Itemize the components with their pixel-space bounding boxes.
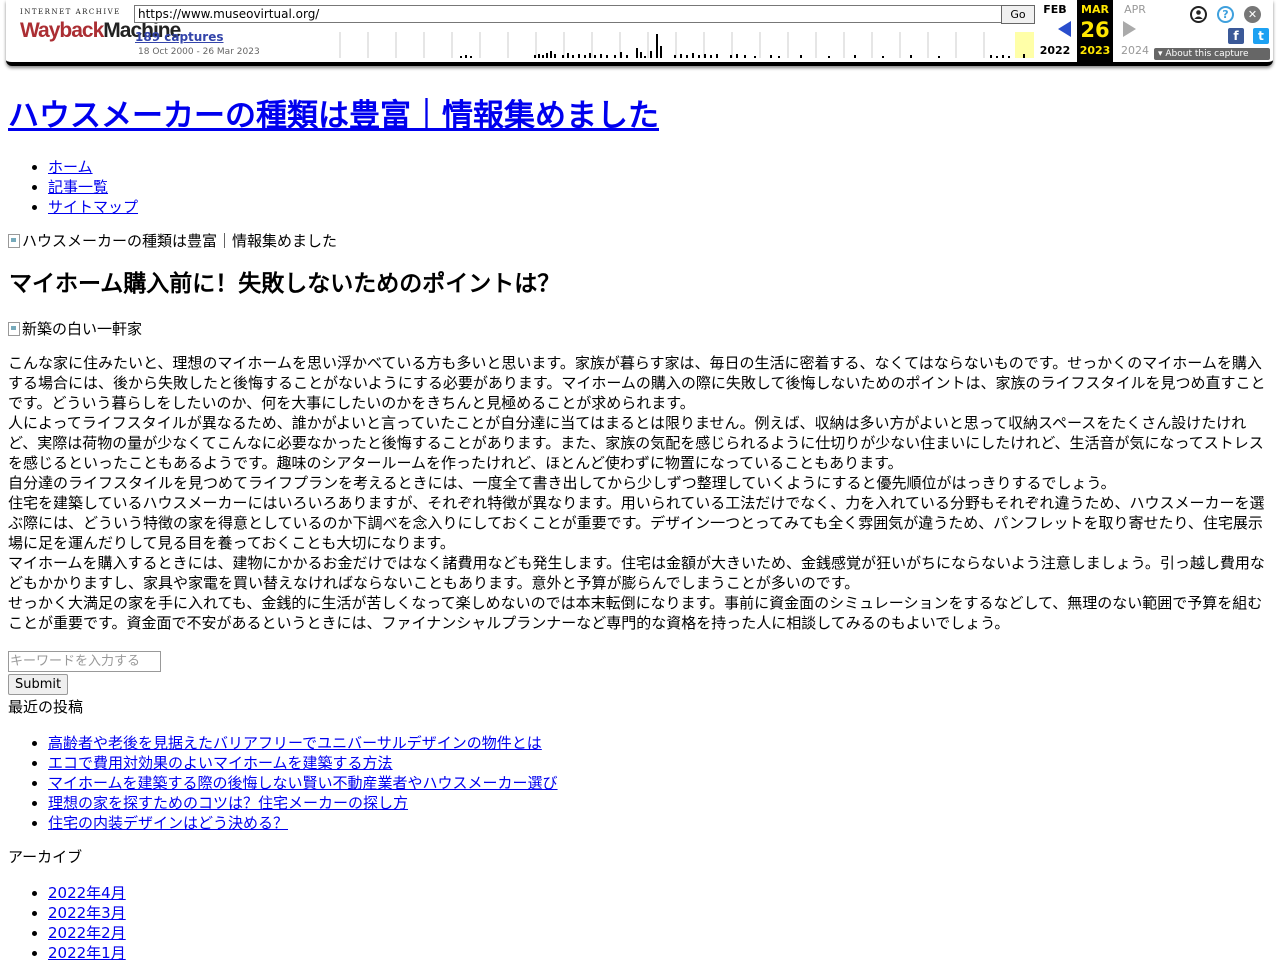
article-paragraph: せっかく大満足の家を手に入れても、金銭的に生活が苦しくなって楽しめないのでは本末…: [8, 594, 1263, 632]
recent-post-link[interactable]: 住宅の内装デザインはどう決める？: [48, 814, 288, 832]
nav-item-sitemap: サイトマップ: [48, 197, 1272, 217]
current-year-label: 2023: [1079, 44, 1111, 57]
url-input[interactable]: https://www.museovirtual.org/: [134, 5, 1002, 23]
capture-date-range: 18 Oct 2000 - 26 Mar 2023: [138, 47, 260, 57]
recent-posts-list: 高齢者や老後を見据えたバリアフリーでユニバーサルデザインの物件とは エコで費用対…: [8, 733, 1272, 833]
broken-image-icon: [8, 322, 20, 336]
post-title: マイホーム購入前に！失敗しないためのポイントは？: [9, 271, 561, 297]
logo-internet-archive: INTERNET ARCHIVE: [20, 8, 121, 16]
prev-month[interactable]: FEB 2022: [1037, 0, 1073, 62]
article-paragraph: マイホームを購入するときには、建物にかかるお金だけではなく諸費用なども発生します…: [8, 554, 1265, 592]
next-year-label: 2024: [1121, 44, 1149, 57]
current-day-label: 26: [1080, 18, 1110, 42]
submit-button[interactable]: Submit: [8, 674, 69, 695]
list-item: 理想の家を探すためのコツは？住宅メーカーの探し方: [48, 793, 1272, 813]
post-image-alt: 新築の白い一軒家: [22, 320, 143, 338]
archive-link[interactable]: 2022年2月: [48, 924, 126, 942]
site-title: ハウスメーカーの種類は豊富｜情報集めました: [8, 90, 1272, 135]
user-icon[interactable]: [1190, 6, 1207, 23]
wayback-logo[interactable]: INTERNET ARCHIVE WaybackMachine: [20, 8, 181, 52]
about-capture-button[interactable]: ▾ About this capture: [1154, 48, 1270, 60]
archive-link[interactable]: 2022年4月: [48, 884, 126, 902]
nav-link-sitemap[interactable]: サイトマップ: [48, 198, 138, 216]
facebook-icon[interactable]: f: [1228, 28, 1244, 44]
nav-link-articles[interactable]: 記事一覧: [48, 178, 108, 196]
list-item: マイホームを建築する際の後悔しない賢い不動産業者やハウスメーカー選び: [48, 773, 1272, 793]
next-month-label: APR: [1124, 3, 1146, 16]
list-item: 住宅の内装デザインはどう決める？: [48, 813, 1272, 833]
nav-item-articles: 記事一覧: [48, 177, 1272, 197]
prev-capture-arrow-icon[interactable]: [1058, 21, 1071, 37]
recent-post-link[interactable]: 高齢者や老後を見据えたバリアフリーでユニバーサルデザインの物件とは: [48, 734, 542, 752]
archive-link[interactable]: 2022年1月: [48, 944, 126, 962]
recent-post-link[interactable]: マイホームを建築する際の後悔しない賢い不動産業者やハウスメーカー選び: [48, 774, 558, 792]
list-item: 2022年1月: [48, 943, 1272, 963]
search-input[interactable]: キーワードを入力する: [8, 651, 161, 672]
twitter-icon[interactable]: t: [1253, 28, 1269, 44]
about-capture-label: About this capture: [1165, 49, 1249, 59]
next-capture-arrow-icon[interactable]: [1123, 21, 1136, 37]
list-item: 高齢者や老後を見据えたバリアフリーでユニバーサルデザインの物件とは: [48, 733, 1272, 753]
list-item: 2022年2月: [48, 923, 1272, 943]
header-image: ハウスメーカーの種類は豊富｜情報集めました: [8, 231, 1272, 251]
recent-posts-title: 最近の投稿: [8, 698, 84, 716]
prev-month-label: FEB: [1043, 3, 1067, 16]
go-button[interactable]: Go: [1001, 5, 1035, 24]
prev-year-label: 2022: [1039, 44, 1071, 57]
archive-link[interactable]: 2022年3月: [48, 904, 126, 922]
recent-post-link[interactable]: エコで費用対効果のよいマイホームを建築する方法: [48, 754, 393, 772]
site-title-link[interactable]: ハウスメーカーの種類は豊富｜情報集めました: [8, 98, 659, 134]
archive-list: 2022年4月 2022年3月 2022年2月 2022年1月: [8, 883, 1272, 963]
current-month: MAR 26 2023: [1077, 0, 1113, 62]
broken-image-icon: [8, 234, 20, 248]
article-paragraph: 自分達のライフスタイルを見つめてライフプランを考えるときには、一度全て書き出して…: [8, 474, 1116, 492]
article-paragraph: こんな家に住みたいと、理想のマイホームを思い浮かべている方も多いと思います。家族…: [8, 354, 1266, 412]
article-paragraph: 住宅を建築しているハウスメーカーにはいろいろありますが、それぞれ特徴が異なります…: [8, 494, 1265, 552]
article-paragraph: 人によってライフスタイルが異なるため、誰かがよいと言っていたことが自分達に当ては…: [8, 414, 1264, 472]
recent-post-link[interactable]: 理想の家を探すためのコツは？住宅メーカーの探し方: [48, 794, 408, 812]
header-image-alt: ハウスメーカーの種類は豊富｜情報集めました: [22, 232, 338, 250]
captures-link[interactable]: 189 captures: [135, 30, 224, 44]
logo-wayback: Wayback: [20, 19, 104, 42]
archive-title: アーカイブ: [8, 848, 83, 866]
main-nav: ホーム 記事一覧 サイトマップ: [8, 157, 1272, 217]
article-body: こんな家に住みたいと、理想のマイホームを思い浮かべている方も多いと思います。家族…: [8, 353, 1272, 633]
wayback-toolbar: INTERNET ARCHIVE WaybackMachine https://…: [6, 0, 1273, 66]
list-item: 2022年4月: [48, 883, 1272, 903]
list-item: 2022年3月: [48, 903, 1272, 923]
post-image: 新築の白い一軒家: [8, 319, 1272, 339]
help-icon[interactable]: ?: [1217, 6, 1234, 23]
current-month-label: MAR: [1081, 3, 1109, 16]
nav-link-home[interactable]: ホーム: [48, 158, 93, 176]
capture-sparkline[interactable]: [334, 28, 1034, 58]
search-form: キーワードを入力する Submit: [8, 651, 1272, 695]
nav-item-home: ホーム: [48, 157, 1272, 177]
page-content: ハウスメーカーの種類は豊富｜情報集めました ホーム 記事一覧 サイトマップ ハウ…: [8, 90, 1272, 963]
close-icon[interactable]: ✕: [1244, 6, 1261, 23]
calendar-nav: FEB 2022 MAR 26 2023 APR 2024: [1037, 0, 1153, 62]
list-item: エコで費用対効果のよいマイホームを建築する方法: [48, 753, 1272, 773]
